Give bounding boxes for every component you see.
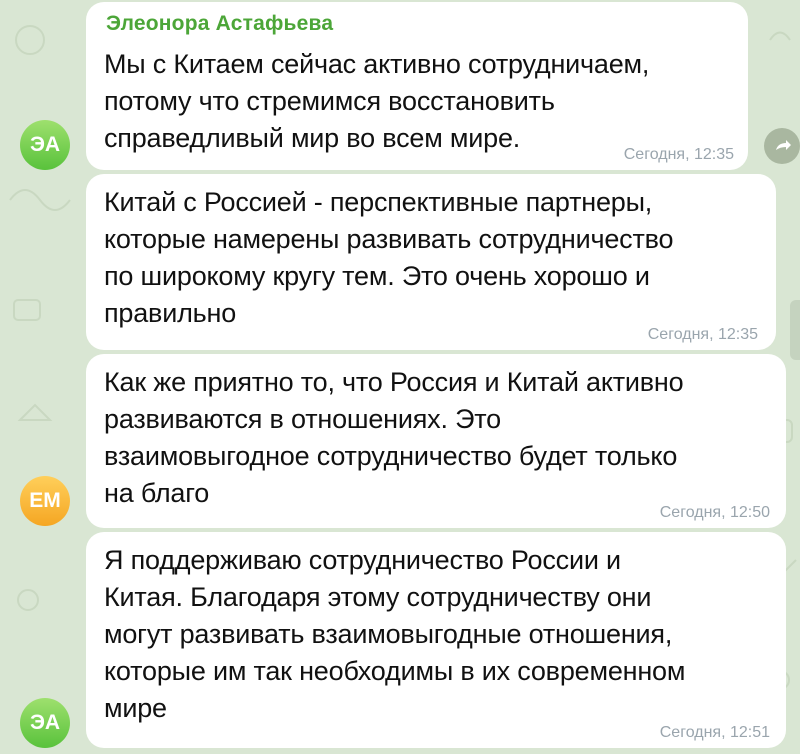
message-time: Сегодня, 12:35 (647, 326, 758, 343)
avatar[interactable]: ЭА (20, 120, 70, 170)
message-line: Как же приятно то, что Россия и Китай ак… (104, 367, 684, 397)
message-line: развиваются в отношениях. Это (104, 404, 501, 434)
message-line: Китая. Благодаря этому сотрудничеству он… (104, 582, 652, 612)
scrollbar-edge[interactable] (790, 300, 800, 360)
message-line: Китай с Россией - перспективные партнеры… (104, 187, 653, 217)
message-bubble-3[interactable]: Как же приятно то, что Россия и Китай ак… (86, 354, 786, 528)
sender-name[interactable]: Элеонора Астафьева (106, 12, 333, 36)
message-line: мире (104, 693, 167, 723)
avatar-initials: ЕМ (29, 489, 61, 512)
message-line: могут развивать взаимовыгодные отношения… (104, 619, 673, 649)
message-line: Я поддерживаю сотрудничество России и (104, 545, 621, 575)
message-text: Китай с Россией - перспективные партнеры… (104, 184, 762, 332)
message-line: потому что стремимся восстановить (104, 86, 555, 116)
message-line: по широкому кругу тем. Это очень хорошо … (104, 261, 650, 291)
share-button[interactable] (764, 128, 800, 164)
avatar[interactable]: ЭА (20, 698, 70, 748)
share-arrow-icon (776, 140, 791, 150)
message-text: Как же приятно то, что Россия и Китай ак… (104, 364, 772, 512)
message-line: которые им так необходимы в их современн… (104, 656, 686, 686)
message-bubble-2[interactable]: Китай с Россией - перспективные партнеры… (86, 174, 776, 350)
message-text: Мы с Китаем сейчас активно сотрудничаем,… (104, 46, 734, 157)
message-line: взаимовыгодное сотрудничество будет толь… (104, 441, 678, 471)
avatar-initials: ЭА (29, 133, 61, 156)
message-line: Мы с Китаем сейчас активно сотрудничаем, (104, 49, 650, 79)
avatar-initials: ЭА (29, 711, 61, 734)
message-text: Я поддерживаю сотрудничество России и Ки… (104, 542, 772, 727)
message-time: Сегодня, 12:51 (659, 724, 770, 741)
message-time: Сегодня, 12:50 (659, 504, 770, 521)
message-bubble-1[interactable]: Элеонора Астафьева Мы с Китаем сейчас ак… (86, 2, 748, 170)
message-time: Сегодня, 12:35 (623, 146, 734, 163)
message-bubble-4[interactable]: Я поддерживаю сотрудничество России и Ки… (86, 532, 786, 748)
avatar[interactable]: ЕМ (20, 476, 70, 526)
message-line: которые намерены развивать сотрудничеств… (104, 224, 674, 254)
